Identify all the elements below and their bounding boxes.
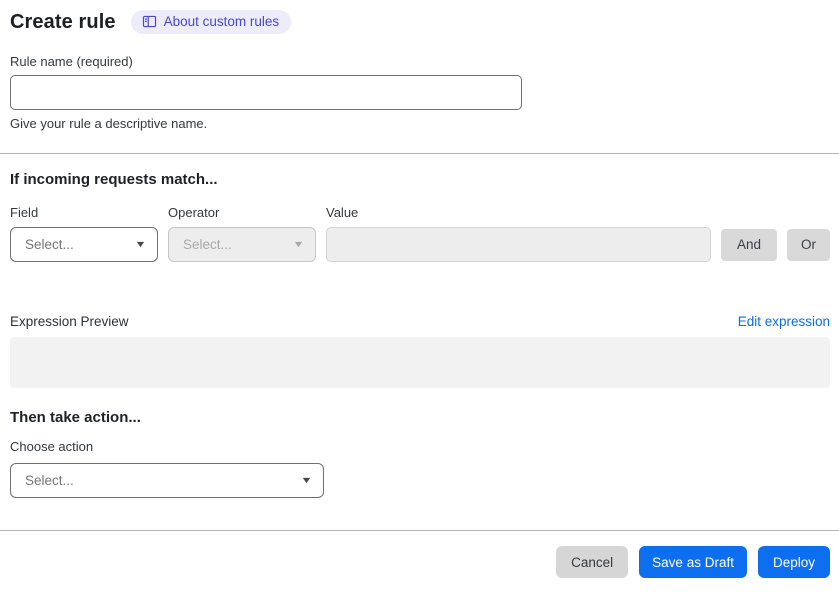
page-title: Create rule (10, 10, 116, 33)
save-as-draft-button[interactable]: Save as Draft (639, 546, 747, 578)
caret-down-icon: ▼ (292, 239, 305, 249)
caret-down-icon: ▼ (134, 239, 147, 249)
action-section-heading: Then take action... (10, 409, 141, 426)
expression-preview-label: Expression Preview (10, 314, 129, 329)
book-icon (142, 14, 157, 29)
footer-divider (0, 530, 839, 531)
choose-action-label: Choose action (10, 439, 94, 454)
rule-name-label: Rule name (required) (10, 54, 133, 69)
or-button[interactable]: Or (787, 228, 830, 261)
deploy-button[interactable]: Deploy (757, 546, 830, 578)
about-custom-rules-badge[interactable]: About custom rules (130, 10, 292, 34)
choose-action-select[interactable]: Select... ▼ (10, 463, 324, 498)
page-header: Create rule About custom rules (10, 10, 830, 34)
value-label: Value (326, 205, 359, 220)
and-button[interactable]: And (720, 228, 777, 261)
expression-preview-box (10, 337, 830, 388)
edit-expression-link[interactable]: Edit expression (738, 314, 830, 329)
match-controls-row: Select... ▼ Select... ▼ And Or (10, 227, 830, 262)
value-input[interactable] (326, 227, 711, 262)
rule-name-input[interactable] (10, 75, 522, 110)
about-badge-label: About custom rules (163, 14, 280, 29)
field-select[interactable]: Select... ▼ (10, 227, 158, 262)
rule-name-helper: Give your rule a descriptive name. (10, 116, 208, 131)
operator-label: Operator (168, 205, 220, 220)
footer-actions: Cancel Save as Draft Deploy (10, 546, 830, 578)
section-divider (0, 153, 839, 154)
caret-down-icon: ▼ (300, 475, 313, 485)
cancel-button[interactable]: Cancel (556, 546, 629, 578)
field-label: Field (10, 205, 39, 220)
field-select-value: Select... (25, 237, 74, 252)
match-section-heading: If incoming requests match... (10, 171, 218, 188)
create-rule-page: Create rule About custom rules Rule name… (0, 0, 839, 597)
choose-action-value: Select... (25, 473, 74, 488)
operator-select-value: Select... (183, 237, 232, 252)
match-labels-row: Field Operator Value (10, 205, 830, 220)
expression-row: Expression Preview Edit expression (10, 314, 830, 329)
operator-select[interactable]: Select... ▼ (168, 227, 316, 262)
